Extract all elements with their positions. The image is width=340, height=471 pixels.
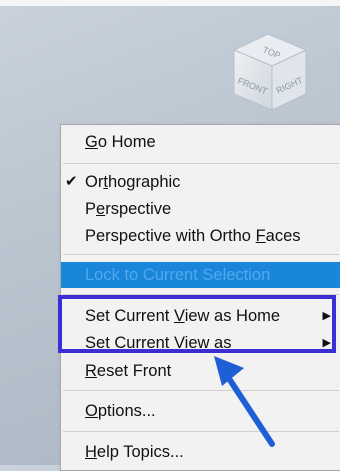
menu-item-orthographic[interactable]: ✔ Orthographic: [61, 169, 340, 195]
menu-item-set-view-as-home[interactable]: Set Current View as Home ▶: [61, 303, 340, 329]
menu-item-lock-to-selection[interactable]: Lock to Current Selection: [61, 262, 340, 288]
menu-separator: [63, 294, 339, 295]
menu-item-go-home[interactable]: Go Home: [61, 129, 340, 155]
view-cube-icon[interactable]: TOP FRONT RIGHT: [222, 28, 314, 120]
menu-separator: [63, 163, 339, 164]
callout-arrow-icon: [214, 356, 275, 447]
menu-item-perspective[interactable]: Perspective: [61, 196, 340, 222]
menu-item-perspective-ortho-faces[interactable]: Perspective with Ortho Faces: [61, 223, 340, 249]
menu-separator: [63, 254, 339, 255]
checkmark-icon: ✔: [65, 173, 78, 190]
submenu-arrow-icon: ▶: [322, 337, 331, 349]
submenu-arrow-icon: ▶: [322, 310, 331, 322]
